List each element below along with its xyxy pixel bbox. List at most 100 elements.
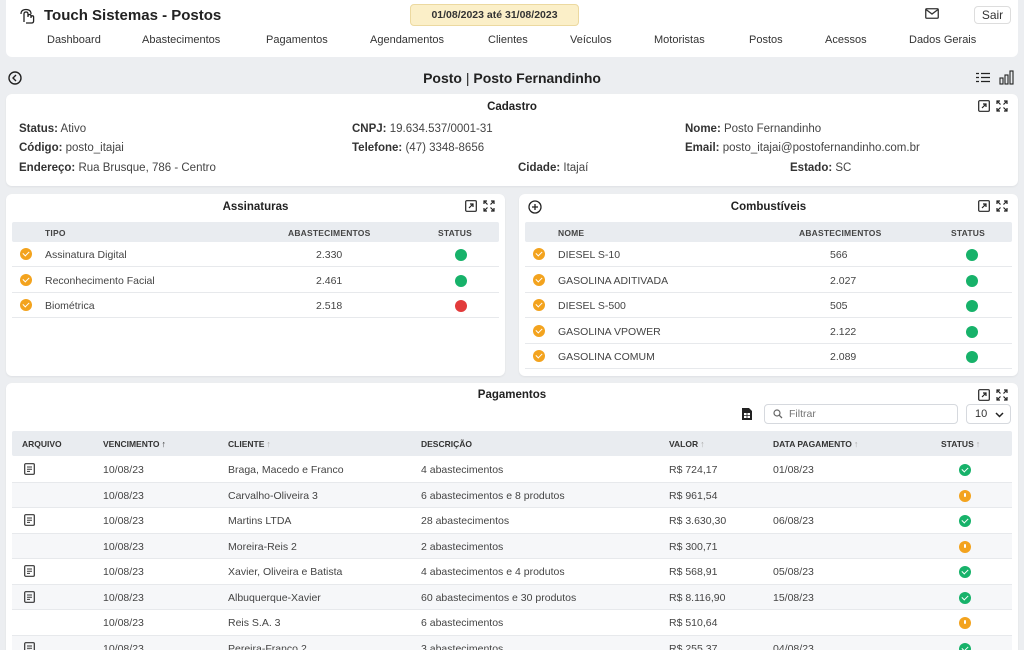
cliente-cell: Xavier, Oliveira e Batista — [228, 566, 343, 578]
table-row[interactable]: 10/08/23 Pereira-Franco 2 3 abastecimentos… — [12, 635, 1012, 650]
logout-button[interactable]: Sair — [974, 6, 1011, 24]
document-icon[interactable] — [24, 590, 35, 606]
vencimento-cell: 10/08/23 — [103, 566, 144, 578]
data-pagamento-cell: 06/08/23 — [773, 515, 814, 527]
fullscreen-icon[interactable] — [996, 100, 1008, 112]
cliente-cell: Braga, Macedo e Franco — [228, 464, 344, 476]
document-icon[interactable] — [24, 514, 35, 529]
col-vencimento-label: VENCIMENTO — [103, 439, 160, 449]
date-range-selector[interactable]: 01/08/2023 até 31/08/2023 — [410, 4, 579, 26]
col-nome[interactable]: NOME — [558, 228, 584, 238]
nav-agendamentos[interactable]: Agendamentos — [370, 34, 444, 46]
combustiveis-tools — [978, 200, 1008, 212]
nav-postos[interactable]: Postos — [749, 34, 783, 46]
nav-acessos[interactable]: Acessos — [825, 34, 867, 46]
col-descricao[interactable]: DESCRIÇÃO — [421, 439, 472, 449]
popout-icon[interactable] — [465, 200, 477, 212]
fullscreen-icon[interactable] — [996, 200, 1008, 212]
filter-input[interactable] — [789, 407, 949, 421]
table-row[interactable]: GASOLINA VPOWER 2.122 — [525, 319, 1012, 344]
paid-status-icon — [959, 515, 971, 527]
table-row[interactable]: 10/08/23 Martins LTDA 28 abastecimentos R$ … — [12, 508, 1012, 534]
col-vencimento[interactable]: VENCIMENTO ↑ — [103, 439, 166, 449]
page-size-select[interactable]: 10 — [966, 404, 1011, 424]
cnpj-value: 19.634.537/0001-31 — [389, 123, 493, 135]
nav-clientes[interactable]: Clientes — [488, 34, 528, 46]
filter-search-box[interactable] — [764, 404, 958, 424]
col-status[interactable]: STATUS ↑ — [941, 439, 980, 449]
chart-view-icon[interactable] — [999, 70, 1015, 88]
table-row[interactable]: Biométrica 2.518 — [12, 293, 499, 318]
table-row[interactable]: 10/08/23 Moreira-Reis 2 2 abastecimentos R$… — [12, 533, 1012, 559]
descricao-cell: 60 abastecimentos e 30 produtos — [421, 591, 577, 604]
table-row[interactable]: 10/08/23 Xavier, Oliveira e Batista 4 abas… — [12, 559, 1012, 585]
table-row[interactable]: 10/08/23 Reis S.A. 3 6 abastecimentos R$ 51… — [12, 610, 1012, 636]
endereco-label: Endereço: — [19, 162, 76, 174]
endereco-value: Rua Brusque, 786 - Centro — [78, 162, 216, 174]
email-label: Email: — [685, 142, 720, 154]
table-row[interactable]: GASOLINA ADITIVADA 2.027 — [525, 268, 1012, 293]
codigo-field: Código: posto_itajai — [19, 142, 124, 154]
document-icon[interactable] — [24, 463, 35, 478]
col-arquivo[interactable]: ARQUIVO — [22, 439, 62, 449]
app-title-text: Touch Sistemas - Postos — [44, 7, 222, 24]
app-title[interactable]: Touch Sistemas - Postos — [18, 7, 221, 24]
document-icon[interactable] — [24, 641, 35, 650]
fullscreen-icon[interactable] — [996, 389, 1008, 401]
abastecimentos-cell: 505 — [830, 300, 848, 312]
abastecimentos-cell: 566 — [830, 249, 848, 261]
valor-cell: R$ 568,91 — [669, 566, 718, 578]
nav-dashboard[interactable]: Dashboard — [47, 34, 101, 46]
table-row[interactable]: 10/08/23 Braga, Macedo e Franco 4 abasteci… — [12, 457, 1012, 483]
table-row[interactable]: Reconhecimento Facial 2.461 — [12, 268, 499, 293]
col-abastecimentos[interactable]: ABASTECIMENTOS — [288, 228, 370, 238]
pagamentos-title: Pagamentos — [477, 389, 547, 401]
col-cliente[interactable]: CLIENTE ↑ — [228, 439, 271, 449]
nav-abastecimentos[interactable]: Abastecimentos — [142, 34, 220, 46]
popout-icon[interactable] — [978, 389, 990, 401]
col-data-pagamento[interactable]: DATA PAGAMENTO ↑ — [773, 439, 858, 449]
table-row[interactable]: 10/08/23 Albuquerque-Xavier 60 abastecimen… — [12, 584, 1012, 610]
col-tipo[interactable]: TIPO — [45, 228, 66, 238]
vencimento-cell: 10/08/23 — [103, 617, 144, 629]
status-dot — [966, 325, 978, 338]
main-nav: Dashboard Abastecimentos Pagamentos Agen… — [6, 34, 1018, 50]
nome-label: Nome: — [685, 123, 721, 135]
assinaturas-table-header: TIPO ABASTECIMENTOS STATUS — [12, 222, 499, 242]
table-row[interactable]: DIESEL S-500 505 — [525, 293, 1012, 318]
col-status[interactable]: STATUS — [438, 228, 472, 238]
export-spreadsheet-icon[interactable] — [741, 407, 753, 424]
nav-dados-gerais[interactable]: Dados Gerais — [909, 34, 976, 46]
nav-pagamentos[interactable]: Pagamentos — [266, 34, 328, 46]
table-row[interactable]: GASOLINA COMUM 2.089 — [525, 344, 1012, 369]
page-title-prefix: Posto — [423, 70, 462, 86]
col-status[interactable]: STATUS — [951, 228, 985, 238]
sort-icon: ↑ — [975, 439, 981, 449]
nav-motoristas[interactable]: Motoristas — [654, 34, 705, 46]
popout-icon[interactable] — [978, 200, 990, 212]
tipo-cell: Assinatura Digital — [45, 249, 127, 261]
status-dot — [455, 274, 467, 287]
popout-icon[interactable] — [978, 100, 990, 112]
valor-cell: R$ 961,54 — [669, 489, 718, 502]
fullscreen-icon[interactable] — [483, 200, 495, 212]
search-icon — [773, 409, 783, 419]
col-valor[interactable]: VALOR ↑ — [669, 439, 705, 449]
table-row[interactable]: 10/08/23 Carvalho-Oliveira 3 6 abastecimen… — [12, 482, 1012, 508]
vencimento-cell: 10/08/23 — [103, 591, 144, 604]
check-icon — [20, 273, 32, 286]
descricao-cell: 6 abastecimentos — [421, 617, 504, 629]
table-row[interactable]: Assinatura Digital 2.330 — [12, 242, 499, 267]
cliente-cell: Reis S.A. 3 — [228, 617, 281, 629]
mail-icon[interactable] — [925, 8, 939, 22]
document-icon[interactable] — [24, 565, 35, 580]
valor-cell: R$ 3.630,30 — [669, 515, 727, 527]
nome-cell: DIESEL S-500 — [558, 300, 626, 312]
nav-veiculos[interactable]: Veículos — [570, 34, 612, 46]
list-view-icon[interactable] — [976, 72, 990, 86]
codigo-value: posto_itajai — [65, 142, 124, 154]
col-abastecimentos[interactable]: ABASTECIMENTOS — [799, 228, 881, 238]
email-value: posto_itajai@postofernandinho.com.br — [722, 142, 920, 154]
status-dot — [966, 249, 978, 261]
table-row[interactable]: DIESEL S-10 566 — [525, 242, 1012, 267]
